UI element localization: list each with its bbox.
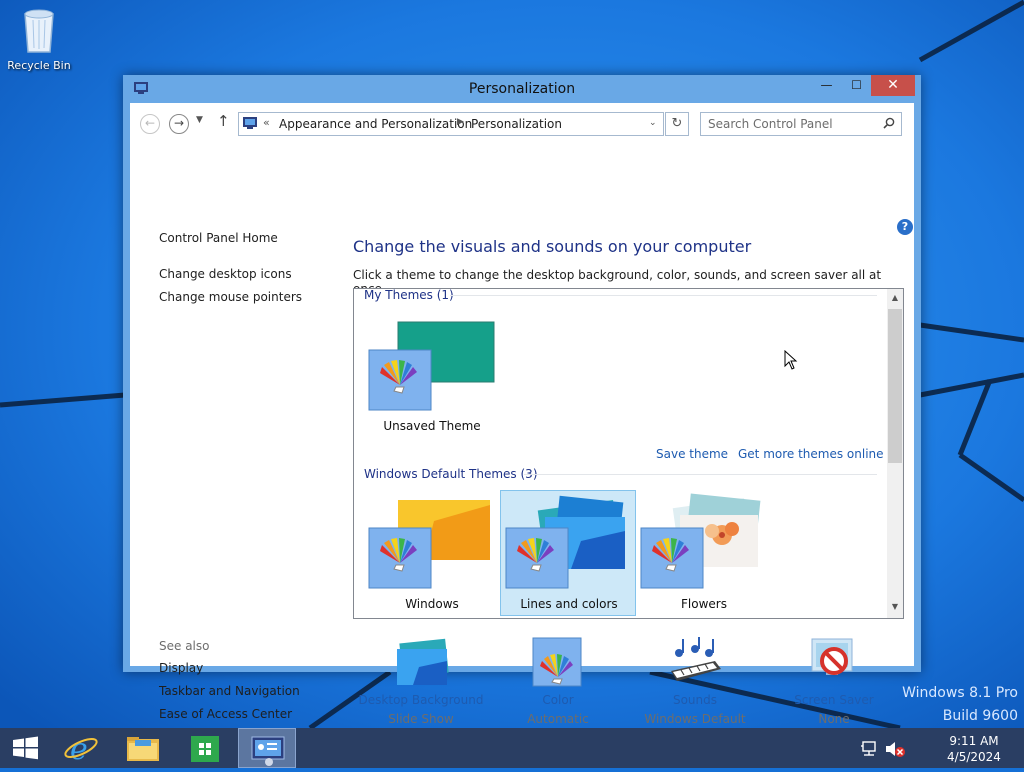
color-value: Automatic — [527, 712, 589, 726]
windows-theme-tile[interactable]: Windows — [364, 491, 500, 617]
sounds-value: Windows Default — [644, 712, 746, 726]
see-also-label: See also — [159, 639, 210, 653]
search-icon[interactable] — [883, 117, 895, 132]
sounds-setting[interactable]: Sounds Windows Default — [630, 635, 760, 726]
display-link[interactable]: Display — [159, 661, 203, 675]
unsaved-theme-label: Unsaved Theme — [383, 419, 481, 433]
window-client-area: ← → ▼ ↑ « Appearance and Personalization… — [130, 103, 914, 726]
screen-saver-icon — [811, 638, 853, 675]
refresh-button[interactable]: ↻ — [665, 112, 689, 136]
forward-button[interactable]: → — [169, 114, 189, 134]
up-button[interactable]: ↑ — [217, 112, 230, 130]
unsaved-theme-preview-icon — [368, 321, 495, 411]
svg-text:e: e — [70, 732, 88, 767]
clock-time: 9:11 AM — [949, 734, 999, 748]
title-bar[interactable]: Personalization — ☐ ✕ — [123, 75, 921, 103]
get-more-themes-online-link[interactable]: Get more themes online — [738, 447, 884, 461]
back-button[interactable]: ← — [140, 114, 160, 134]
recycle-bin-icon — [24, 9, 54, 53]
folder-icon — [127, 737, 159, 761]
breadcrumb-personalization[interactable]: Personalization — [471, 117, 562, 131]
control-panel-icon — [242, 116, 258, 133]
file-explorer-taskbar-button[interactable] — [115, 728, 171, 768]
control-panel-taskbar-button[interactable] — [238, 728, 296, 768]
screen-saver-value: None — [818, 712, 850, 726]
lines-and-colors-theme-preview-icon — [505, 495, 625, 589]
unsaved-theme-tile[interactable]: Unsaved Theme — [364, 317, 500, 443]
search-box[interactable] — [700, 112, 902, 136]
close-button[interactable]: ✕ — [871, 75, 915, 96]
address-overflow-chevron[interactable]: « — [263, 116, 270, 129]
my-themes-divider — [450, 295, 877, 296]
lines-and-colors-theme-label: Lines and colors — [520, 597, 618, 611]
change-desktop-icons-link[interactable]: Change desktop icons — [159, 267, 292, 281]
screen-saver-label[interactable]: Screen Saver — [769, 693, 899, 707]
default-themes-divider — [524, 474, 877, 475]
help-icon[interactable]: ? — [897, 219, 913, 235]
lines-and-colors-theme-tile[interactable]: Lines and colors — [500, 490, 636, 616]
windows-theme-preview-icon — [368, 500, 490, 589]
desktop-background-icon — [397, 638, 449, 685]
windows-version-watermark: Windows 8.1 Pro Build 9600 — [902, 682, 1018, 728]
address-dropdown-icon[interactable]: ⌄ — [649, 118, 657, 128]
breadcrumb-separator-icon[interactable]: ▶ — [457, 117, 464, 127]
store-taskbar-button[interactable] — [177, 728, 233, 768]
flowers-theme-tile[interactable]: Flowers — [636, 491, 772, 617]
control-panel-home-link[interactable]: Control Panel Home — [159, 231, 278, 245]
taskbar: e 9:11 AM 4/5/2024 — [0, 728, 1024, 768]
desktop-background-value: Slide Show — [388, 712, 454, 726]
recent-locations-dropdown[interactable]: ▼ — [196, 115, 203, 125]
store-icon — [191, 736, 219, 762]
windows-theme-label: Windows — [405, 597, 459, 611]
watermark-edition: Windows 8.1 Pro — [902, 685, 1018, 701]
desktop-background-setting[interactable]: Desktop Background Slide Show — [356, 635, 486, 726]
volume-muted-icon[interactable] — [884, 740, 906, 758]
flowers-theme-preview-icon — [640, 493, 761, 589]
sounds-icon — [671, 637, 721, 681]
window-title: Personalization — [468, 81, 576, 97]
minimize-button[interactable]: — — [813, 75, 840, 96]
scroll-up-arrow-icon[interactable]: ▲ — [887, 293, 903, 302]
theme-list[interactable]: My Themes (1) Unsaved Theme Save theme G… — [353, 288, 904, 619]
clock-date: 4/5/2024 — [947, 750, 1001, 764]
watermark-build: Build 9600 — [942, 708, 1018, 724]
internet-explorer-taskbar-button[interactable]: e — [54, 728, 110, 768]
windows-default-themes-header: Windows Default Themes (3) — [364, 467, 538, 481]
search-input[interactable] — [708, 117, 868, 131]
ease-of-access-center-link[interactable]: Ease of Access Center — [159, 707, 292, 721]
windows-logo-icon — [13, 736, 38, 760]
my-themes-header: My Themes (1) — [364, 288, 454, 302]
change-mouse-pointers-link[interactable]: Change mouse pointers — [159, 290, 302, 304]
scroll-thumb[interactable] — [888, 309, 902, 463]
color-label[interactable]: Color — [493, 693, 623, 707]
scroll-down-arrow-icon[interactable]: ▼ — [887, 602, 903, 611]
system-clock[interactable]: 9:11 AM 4/5/2024 — [930, 733, 1018, 765]
recycle-bin-desktop-icon[interactable]: Recycle Bin — [4, 6, 74, 72]
network-icon[interactable] — [860, 740, 880, 758]
desktop-background-label[interactable]: Desktop Background — [356, 693, 486, 707]
save-theme-link[interactable]: Save theme — [656, 447, 728, 461]
maximize-button[interactable]: ☐ — [843, 75, 870, 96]
color-setting[interactable]: Color Automatic — [493, 635, 623, 726]
screen-saver-setting[interactable]: Screen Saver None — [769, 635, 899, 726]
recycle-bin-label: Recycle Bin — [7, 59, 71, 72]
theme-list-scrollbar[interactable]: ▲ ▼ — [887, 289, 903, 618]
page-heading: Change the visuals and sounds on your co… — [353, 237, 752, 256]
personalization-window: Personalization — ☐ ✕ ← → ▼ ↑ « Appearan… — [123, 75, 921, 726]
control-panel-icon — [251, 736, 285, 766]
start-button[interactable] — [0, 728, 56, 768]
sounds-label[interactable]: Sounds — [630, 693, 760, 707]
mouse-cursor-icon — [784, 350, 798, 370]
breadcrumb-appearance-and-personalization[interactable]: Appearance and Personalization — [279, 117, 472, 131]
internet-explorer-icon: e — [64, 732, 98, 767]
flowers-theme-label: Flowers — [681, 597, 727, 611]
address-bar[interactable]: « Appearance and Personalization ▶ Perso… — [238, 112, 664, 136]
taskbar-and-navigation-link[interactable]: Taskbar and Navigation — [159, 684, 300, 698]
color-icon — [532, 637, 582, 687]
